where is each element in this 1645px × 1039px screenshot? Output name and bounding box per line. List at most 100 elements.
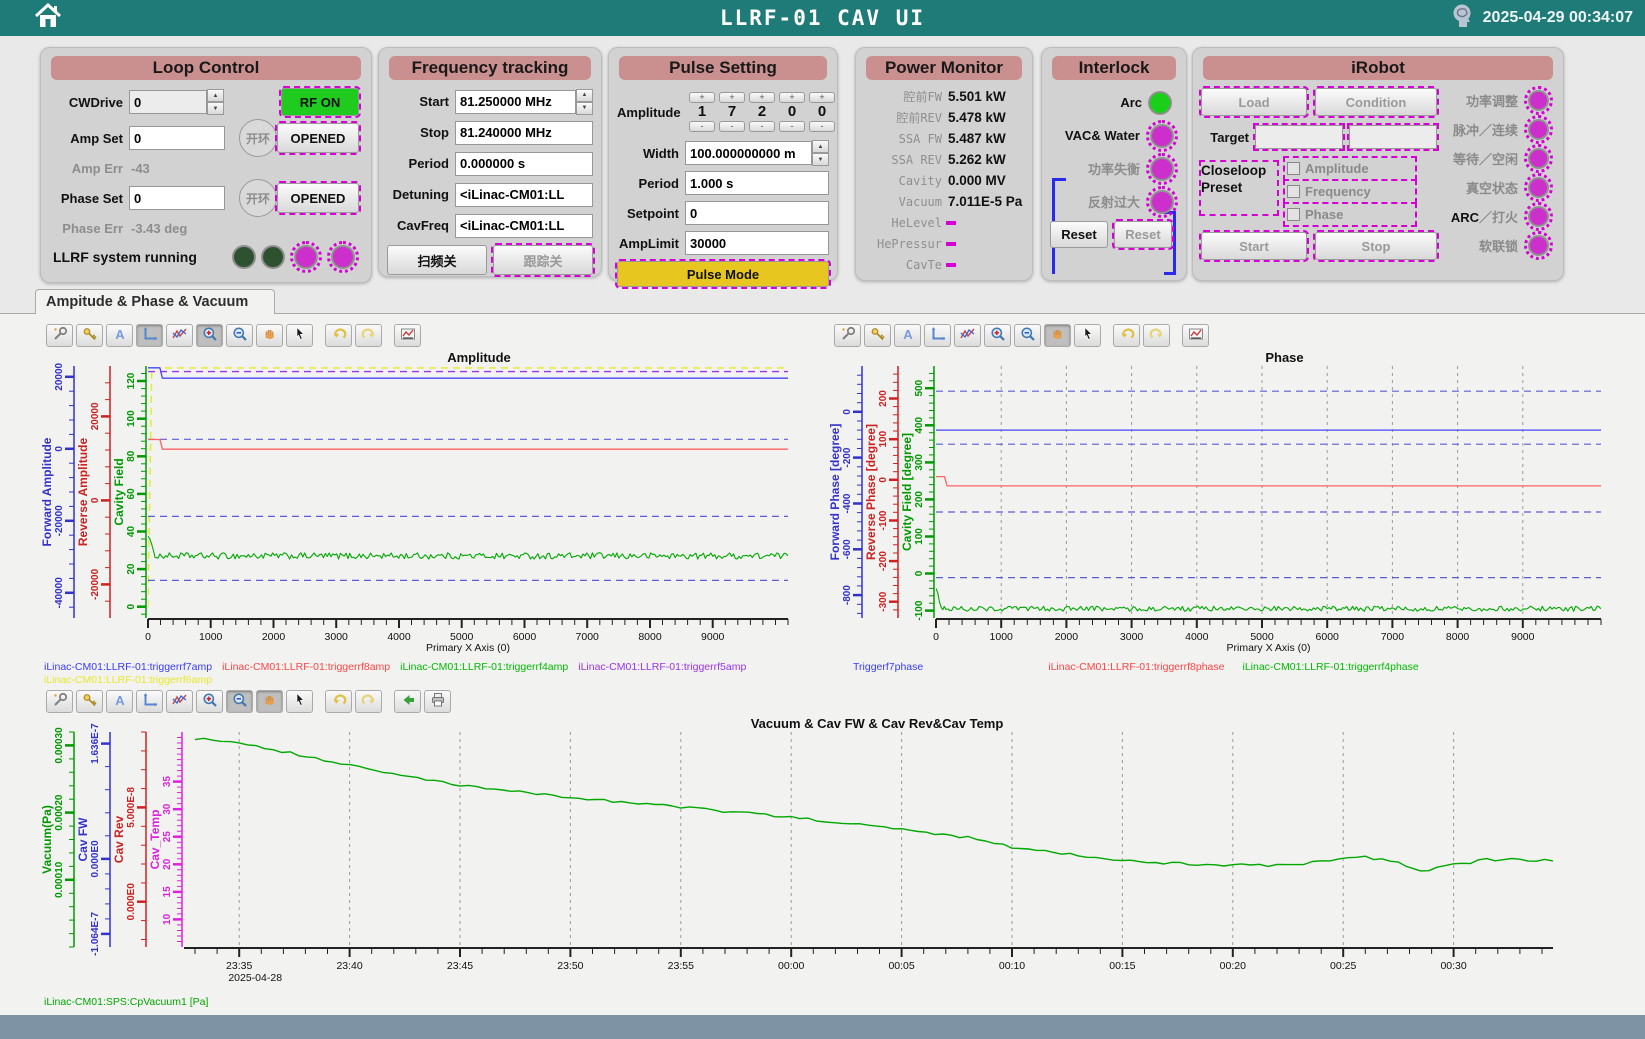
phase-open-loop-button[interactable]: 开环 [239,179,277,217]
digit-4-plus-button[interactable]: + [779,92,805,103]
amp-opened-button[interactable]: OPENED [277,123,359,153]
stop-button[interactable]: Stop [1315,232,1437,260]
pulse-amplimit-input[interactable] [685,231,829,255]
pan-button[interactable] [256,324,283,347]
curves-button[interactable] [954,324,981,347]
interlock-reset2-button[interactable]: Reset [1114,221,1172,248]
text-button[interactable]: A [106,324,133,347]
pulse-setpoint-input[interactable] [685,201,829,225]
digit-5-value: 0 [818,103,826,121]
digit-5-minus-button[interactable]: - [809,121,835,132]
pulse-row: Period [609,168,837,198]
wrench-button[interactable] [834,324,861,347]
plot-area[interactable] [184,732,1553,947]
power-row: Cavity 0.000 MV [856,170,1032,191]
undo-icon [331,692,347,711]
condition-button[interactable]: Condition [1315,88,1437,116]
freq-stop-input[interactable] [455,121,593,145]
pan-button[interactable] [1044,324,1071,347]
plot-area[interactable] [936,366,1601,618]
digit-1-minus-button[interactable]: - [689,121,715,132]
undo-button[interactable] [1113,324,1140,347]
load-button[interactable]: Load [1201,88,1307,116]
zoom-in-button[interactable] [196,324,223,347]
digit-4-minus-button[interactable]: - [779,121,805,132]
redo-button[interactable] [355,324,382,347]
freq-button-1[interactable]: 扫频关 [387,245,487,275]
pulse-mode-button[interactable]: Pulse Mode [617,261,829,287]
back-button[interactable] [394,690,421,713]
svg-text:-20000: -20000 [90,568,101,600]
power-腔前FW-value: 5.501 kW [948,89,1006,104]
freq-period-input[interactable] [455,152,593,176]
zoom-out-button[interactable] [226,324,253,347]
amp-set-input[interactable] [129,126,225,150]
undo-button[interactable] [325,324,352,347]
freq-detuning-input[interactable] [455,183,593,207]
axes-button[interactable] [136,690,163,713]
axes-button[interactable] [136,324,163,347]
freq-start-input[interactable] [455,90,576,114]
key-button[interactable] [864,324,891,347]
redo-button[interactable] [1143,324,1170,347]
key-button[interactable] [76,324,103,347]
digit-2-minus-button[interactable]: - [719,121,745,132]
curves-button[interactable] [166,690,193,713]
freq-start-down-button[interactable]: ▼ [576,102,593,115]
pulse-width-down-button[interactable]: ▼ [812,153,829,166]
interlock-reset-button[interactable]: Reset [1050,221,1108,248]
freq-cavfreq-input[interactable] [455,214,593,238]
key-button[interactable] [76,690,103,713]
phase-checkbox[interactable] [1287,208,1300,221]
zoom-in-button[interactable] [196,690,223,713]
cursor-button[interactable] [1074,324,1101,347]
target-field-2[interactable] [1349,125,1437,149]
wrench-button[interactable] [46,690,73,713]
zoom-in-button[interactable] [984,324,1011,347]
start-button[interactable]: Start [1201,232,1307,260]
phase-set-input[interactable] [129,186,225,210]
pulse-width-up-button[interactable]: ▲ [812,140,829,153]
phase-opened-button[interactable]: OPENED [277,183,359,213]
svg-text:Reverse Amplitude: Reverse Amplitude [76,438,90,547]
snapshot-button[interactable] [394,324,421,347]
amp-open-loop-button[interactable]: 开环 [239,119,277,157]
axes-button[interactable] [924,324,951,347]
wrench-button[interactable] [46,324,73,347]
pan-button[interactable] [256,690,283,713]
pulse-period-input[interactable] [685,171,829,195]
pulse-width-input[interactable] [685,141,812,165]
checkbox-row-frequency: Frequency [1285,181,1415,202]
svg-text:-100: -100 [878,510,889,530]
freq-start-up-button[interactable]: ▲ [576,89,593,102]
zoom-out-button[interactable] [226,690,253,713]
digit-5-plus-button[interactable]: + [809,92,835,103]
snapshot-button[interactable] [1182,324,1209,347]
digit-3-minus-button[interactable]: - [749,121,775,132]
rf-on-button[interactable]: RF ON [281,88,359,116]
digit-1-plus-button[interactable]: + [689,92,715,103]
brain-icon[interactable] [1449,3,1475,34]
cursor-button[interactable] [286,324,313,347]
amplitude-checkbox[interactable] [1287,162,1300,175]
target-field-1[interactable] [1255,125,1343,149]
phase-err-label: Phase Err [53,221,123,236]
freq-button-2[interactable]: 跟踪关 [493,245,593,275]
cwdrive-input[interactable] [129,90,207,114]
redo-button[interactable] [355,690,382,713]
print-button[interactable] [424,690,451,713]
text-button[interactable]: A [894,324,921,347]
cwdrive-down-button[interactable]: ▼ [207,102,224,115]
cwdrive-up-button[interactable]: ▲ [207,89,224,102]
text-button[interactable]: A [106,690,133,713]
curves-button[interactable] [166,324,193,347]
tab-amplitude-phase-vacuum[interactable]: Ampitude & Phase & Vacuum [35,289,275,314]
plot-area[interactable] [148,366,788,618]
digit-2-plus-button[interactable]: + [719,92,745,103]
digit-3-plus-button[interactable]: + [749,92,775,103]
zoom-out-button[interactable] [1014,324,1041,347]
frequency-checkbox[interactable] [1287,185,1300,198]
cursor-button[interactable] [286,690,313,713]
y-axis-rev: 200000-20000Reverse Amplitude [76,366,112,618]
undo-button[interactable] [325,690,352,713]
